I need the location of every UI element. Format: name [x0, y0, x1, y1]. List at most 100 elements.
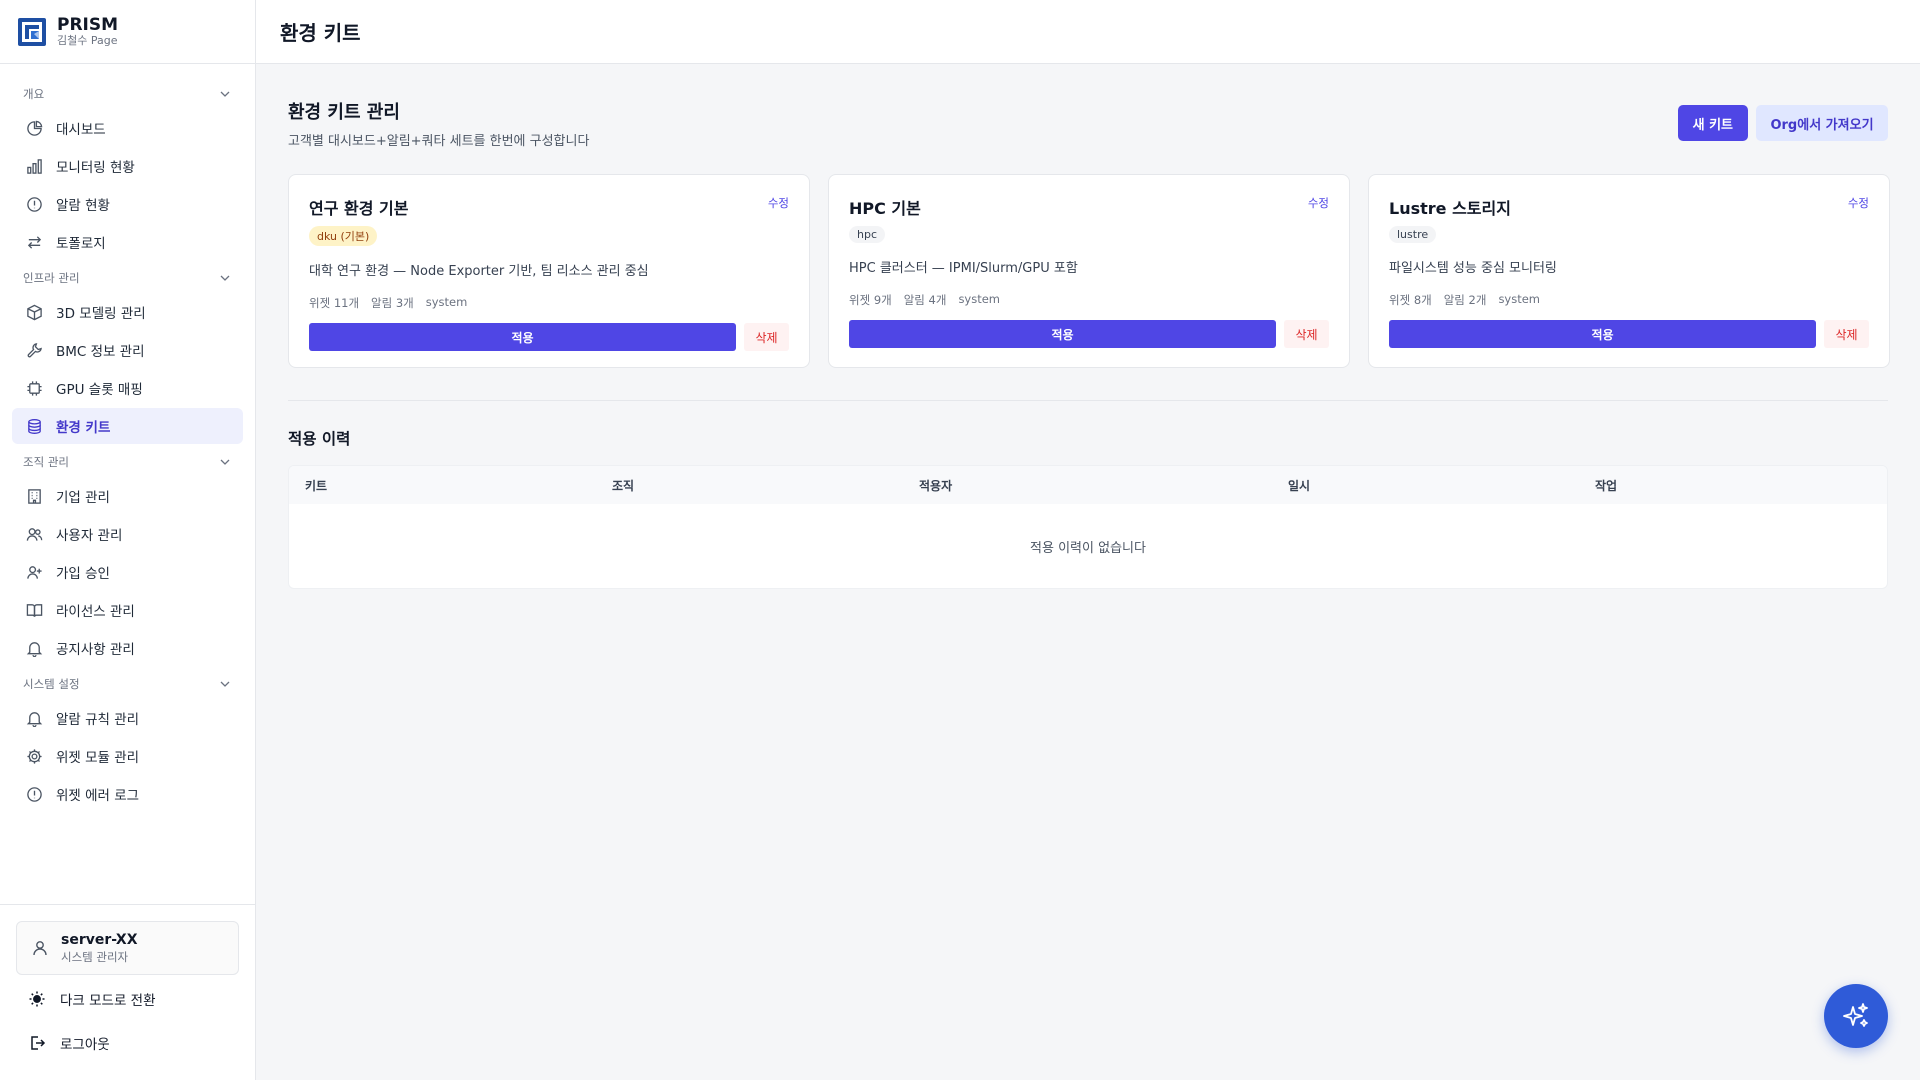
gear-icon	[25, 747, 43, 765]
pie-chart-icon	[25, 119, 43, 137]
new-kit-button[interactable]: 새 키트	[1677, 105, 1748, 141]
user-card[interactable]: server-XX 시스템 관리자	[16, 921, 239, 975]
sidebar-item-users[interactable]: 사용자 관리	[12, 516, 243, 552]
sidebar-item-label: BMC 정보 관리	[56, 344, 145, 360]
section-header-overview[interactable]: 개요	[12, 80, 243, 108]
kit-description: 파일시스템 성능 중심 모니터링	[1389, 261, 1557, 276]
column-header-datetime: 일시	[1288, 478, 1311, 493]
kit-cards: 연구 환경 기본 수정 dku (기본) 대학 연구 환경 — Node Exp…	[288, 174, 1890, 368]
logout-button[interactable]: 로그아웃	[16, 1023, 239, 1063]
delete-button[interactable]: 삭제	[744, 323, 789, 351]
sidebar-item-3d-modeling[interactable]: 3D 모델링 관리	[12, 294, 243, 330]
sidebar-item-alarms[interactable]: 알람 현황	[12, 186, 243, 222]
sidebar-item-label: 알람 규칙 관리	[56, 712, 140, 728]
database-icon	[25, 417, 43, 435]
kit-widget-count: 위젯 9개	[849, 293, 892, 307]
wrench-icon	[25, 341, 43, 359]
sidebar: PRISM 김철수 Page 개요 대시보드 모니터링 현황 알람 현황 토폴로…	[0, 0, 256, 1080]
sidebar-item-label: 토폴로지	[56, 236, 106, 252]
sidebar-item-label: 모니터링 현황	[56, 160, 135, 176]
column-header-kit: 키트	[305, 478, 328, 493]
section-label: 개요	[23, 87, 45, 101]
sidebar-item-notices[interactable]: 공지사항 관리	[12, 630, 243, 666]
kit-owner: system	[1498, 292, 1541, 306]
kit-owner: system	[425, 295, 468, 309]
sidebar-footer: server-XX 시스템 관리자 다크 모드로 전환 로그아웃	[0, 904, 255, 1080]
sidebar-item-license[interactable]: 라이선스 관리	[12, 592, 243, 628]
sidebar-item-widget-modules[interactable]: 위젯 모듈 관리	[12, 738, 243, 774]
prism-logo-icon	[18, 17, 46, 46]
section-header-org[interactable]: 조직 관리	[12, 448, 243, 476]
sidebar-item-alarm-rules[interactable]: 알람 규칙 관리	[12, 700, 243, 736]
chevron-down-icon	[220, 91, 230, 97]
import-from-org-button[interactable]: Org에서 가져오기	[1756, 105, 1888, 141]
sidebar-item-topology[interactable]: 토폴로지	[12, 224, 243, 260]
divider	[288, 400, 1888, 401]
history-table: 키트 조직 적용자 일시 작업 적용 이력이 없습니다	[288, 465, 1888, 589]
alert-circle-icon	[25, 785, 43, 803]
column-header-action: 작업	[1595, 478, 1618, 493]
edit-link[interactable]: 수정	[768, 195, 789, 211]
kit-actions: 적용 삭제	[309, 323, 789, 351]
sidebar-item-label: 기업 관리	[56, 490, 110, 506]
kit-card: Lustre 스토리지 수정 lustre 파일시스템 성능 중심 모니터링 위…	[1368, 174, 1890, 368]
ai-assistant-button[interactable]	[1824, 984, 1888, 1048]
arrows-left-right-icon	[25, 233, 43, 251]
book-open-icon	[25, 601, 43, 619]
alert-circle-icon	[25, 195, 43, 213]
edit-link[interactable]: 수정	[1848, 195, 1869, 211]
dark-mode-toggle[interactable]: 다크 모드로 전환	[16, 979, 239, 1019]
sidebar-item-label: 3D 모델링 관리	[56, 306, 146, 322]
cube-icon	[25, 303, 43, 321]
user-plus-icon	[25, 563, 43, 581]
sidebar-item-gpu-slot[interactable]: GPU 슬롯 매핑	[12, 370, 243, 406]
empty-state: 적용 이력이 없습니다	[1030, 540, 1146, 556]
sidebar-item-bmc[interactable]: BMC 정보 관리	[12, 332, 243, 368]
brand[interactable]: PRISM 김철수 Page	[0, 0, 255, 64]
sidebar-item-label: 위젯 에러 로그	[56, 788, 140, 804]
apply-button[interactable]: 적용	[1389, 320, 1817, 348]
section-label: 인프라 관리	[23, 271, 80, 285]
bar-chart-icon	[25, 157, 43, 175]
section-title: 환경 키트 관리	[288, 102, 400, 123]
kit-title: HPC 기본	[849, 199, 921, 218]
sidebar-item-label: 환경 키트	[56, 420, 111, 436]
sidebar-item-label: 가입 승인	[56, 566, 110, 582]
section-subtitle: 고객별 대시보드+알림+쿼타 세트를 한번에 구성합니다	[288, 134, 590, 149]
kit-widget-count: 위젯 8개	[1389, 293, 1432, 307]
sidebar-item-companies[interactable]: 기업 관리	[12, 478, 243, 514]
apply-button[interactable]: 적용	[309, 323, 737, 351]
kit-meta: 위젯 9개 알림 4개 system	[849, 292, 1329, 308]
sidebar-item-env-kit[interactable]: 환경 키트	[12, 408, 243, 444]
brand-title: PRISM	[57, 14, 119, 35]
delete-button[interactable]: 삭제	[1824, 320, 1869, 348]
sidebar-item-signup-approval[interactable]: 가입 승인	[12, 554, 243, 590]
kit-card: 연구 환경 기본 수정 dku (기본) 대학 연구 환경 — Node Exp…	[288, 174, 810, 368]
sidebar-item-label: 공지사항 관리	[56, 642, 135, 658]
kit-tag: dku (기본)	[309, 226, 378, 246]
sun-icon	[29, 991, 45, 1007]
delete-button[interactable]: 삭제	[1284, 320, 1329, 348]
logout-icon	[31, 1036, 46, 1050]
bell-icon	[25, 639, 43, 657]
kit-title: Lustre 스토리지	[1389, 199, 1511, 218]
sidebar-item-label: GPU 슬롯 매핑	[56, 382, 143, 398]
kit-description: 대학 연구 환경 — Node Exporter 기반, 팀 리소스 관리 중심	[309, 264, 649, 279]
bell-icon	[25, 709, 43, 727]
sidebar-item-dashboard[interactable]: 대시보드	[12, 110, 243, 146]
kit-owner: system	[958, 292, 1001, 306]
section-header-system[interactable]: 시스템 설정	[12, 670, 243, 698]
sidebar-item-monitoring[interactable]: 모니터링 현황	[12, 148, 243, 184]
kit-title: 연구 환경 기본	[309, 199, 409, 218]
sidebar-nav: 개요 대시보드 모니터링 현황 알람 현황 토폴로지 인프라 관리 3D 모델링…	[0, 64, 255, 812]
dark-mode-label: 다크 모드로 전환	[60, 993, 156, 1009]
apply-button[interactable]: 적용	[849, 320, 1277, 348]
kit-alarm-count: 알림 2개	[1443, 293, 1487, 307]
sidebar-item-widget-error-log[interactable]: 위젯 에러 로그	[12, 776, 243, 812]
edit-link[interactable]: 수정	[1308, 195, 1329, 211]
section-header-infra[interactable]: 인프라 관리	[12, 264, 243, 292]
kit-description: HPC 클러스터 — IPMI/Slurm/GPU 포함	[849, 261, 1078, 276]
chevron-down-icon	[220, 459, 230, 465]
chevron-down-icon	[220, 681, 230, 687]
column-header-org: 조직	[612, 478, 635, 493]
